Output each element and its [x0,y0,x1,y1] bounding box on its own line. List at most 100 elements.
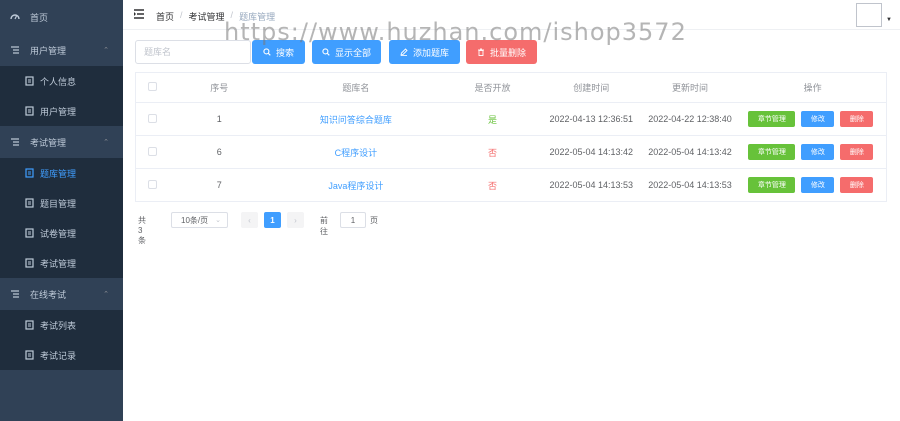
search-icon [322,48,330,56]
batch-delete-button-label: 批量删除 [489,47,526,58]
goto-label: 前往 [320,216,328,236]
search-icon [263,48,271,56]
breadcrumb-current: 题库管理 [239,12,276,22]
breadcrumb-exam-management[interactable]: 考试管理 [189,10,225,23]
page-number-current[interactable]: 1 [264,212,281,228]
page-size-value: 10条/页 [181,215,209,225]
cell-id: 1 [216,114,222,124]
column-header: 更新时间 [672,83,709,93]
sidebar-item-label: 个人信息 [40,76,77,87]
cell-created-time: 2022-05-04 14:13:42 [549,147,634,157]
column-header: 操作 [803,83,822,93]
row-checkbox[interactable] [148,146,158,156]
sidebar-group-online-exam[interactable]: 在线考试 ⌃ [0,278,123,310]
document-icon [24,350,34,360]
chapter-manage-button[interactable]: 章节管理 [748,177,796,193]
edit-button[interactable]: 修改 [801,177,835,193]
hamburger-icon[interactable] [133,8,145,20]
show-all-button[interactable]: 显示全部 [312,40,381,64]
page-suffix-label: 页 [370,216,378,225]
sidebar-item-exam-records[interactable]: 考试记录 [0,340,123,370]
dashboard-icon [10,12,20,22]
table-row: 1 知识问答综合题库 是 2022-04-13 12:36:51 2022-04… [136,103,886,136]
pagination-total: 共 3 条 [138,216,146,245]
search-button-label: 搜索 [275,47,294,58]
cell-bank-name[interactable]: Java程序设计 [269,179,444,192]
table-row: 6 C程序设计 否 2022-05-04 14:13:42 2022-05-04… [136,136,886,169]
cell-open-status: 否 [488,180,498,191]
chevron-down-icon: ⌄ [215,217,221,224]
sidebar-item-label: 题目管理 [40,198,77,209]
cell-bank-name[interactable]: 知识问答综合题库 [269,113,444,126]
caret-down-icon: ▼ [886,17,892,23]
trash-icon [477,48,484,56]
column-header: 题库名 [342,83,370,93]
cell-created-time: 2022-05-04 14:13:53 [549,180,634,190]
sidebar-group-exam[interactable]: 考试管理 ⌃ [0,126,123,158]
list-icon [10,137,20,147]
select-all-checkbox[interactable] [148,82,158,91]
cell-id: 7 [216,180,222,190]
next-page-button[interactable]: › [287,212,304,228]
breadcrumb-home[interactable]: 首页 [156,10,174,23]
edit-icon [400,48,408,56]
cell-actions: 章节管理 修改 删除 [739,111,886,127]
document-icon [24,76,34,86]
sidebar-item-users[interactable]: 用户管理 [0,96,123,126]
document-icon [24,168,34,178]
page-size-select[interactable]: 10条/页 ⌄ [171,212,228,228]
sidebar: 首页 用户管理 ⌃ 个人信息 用户管理 考试管理 ⌃ 题库管理 题目管理 试卷管… [0,0,123,421]
show-all-button-label: 显示全部 [334,47,371,58]
sidebar-item-label: 题库管理 [40,168,77,179]
sidebar-group-label: 考试管理 [30,137,67,148]
sidebar-item-exam-list[interactable]: 考试列表 [0,310,123,340]
table-header-row: 序号 题库名 是否开放 创建时间 更新时间 操作 [136,73,886,103]
delete-button[interactable]: 删除 [840,111,874,127]
user-avatar-dropdown[interactable]: ▼ [856,3,892,29]
sidebar-item-profile[interactable]: 个人信息 [0,66,123,96]
document-icon [24,258,34,268]
cell-bank-name[interactable]: C程序设计 [269,146,444,159]
goto-page-input[interactable] [340,212,366,228]
document-icon [24,320,34,330]
cell-updated-time: 2022-05-04 14:13:53 [648,180,732,190]
chapter-manage-button[interactable]: 章节管理 [748,144,796,160]
row-checkbox[interactable] [148,113,158,123]
sidebar-group-label: 在线考试 [30,289,67,300]
sidebar-item-questions[interactable]: 题目管理 [0,188,123,218]
edit-button[interactable]: 修改 [801,111,835,127]
delete-button[interactable]: 删除 [840,177,874,193]
sidebar-item-exams[interactable]: 考试管理 [0,248,123,278]
cell-open-status: 是 [488,114,498,125]
avatar[interactable] [856,3,882,27]
table-row: 7 Java程序设计 否 2022-05-04 14:13:53 2022-05… [136,169,886,202]
cell-updated-time: 2022-04-22 12:38:40 [648,114,732,124]
sidebar-item-label: 用户管理 [40,106,77,117]
add-bank-button[interactable]: 添加题库 [389,40,460,64]
edit-button[interactable]: 修改 [801,144,835,160]
chevron-up-icon: ⌃ [103,47,109,54]
sidebar-item-question-bank[interactable]: 题库管理 [0,158,123,188]
sidebar-group-user[interactable]: 用户管理 ⌃ [0,34,123,66]
sidebar-item-home[interactable]: 首页 [0,0,123,34]
batch-delete-button[interactable]: 批量删除 [466,40,537,64]
cell-actions: 章节管理 修改 删除 [739,144,886,160]
chapter-manage-button[interactable]: 章节管理 [748,111,796,127]
navbar: 首页 / 考试管理 / 题库管理 ▼ [123,0,900,30]
column-header: 创建时间 [573,83,610,93]
document-icon [24,198,34,208]
sidebar-group-label: 用户管理 [30,45,67,56]
sidebar-item-papers[interactable]: 试卷管理 [0,218,123,248]
chevron-up-icon: ⌃ [103,291,109,298]
row-checkbox[interactable] [148,179,158,189]
add-bank-button-label: 添加题库 [412,47,449,58]
prev-page-button[interactable]: ‹ [241,212,258,228]
sidebar-item-label: 考试列表 [40,320,77,331]
list-icon [10,289,20,299]
search-input[interactable] [135,40,251,64]
column-header: 序号 [210,83,229,93]
search-button[interactable]: 搜索 [252,40,305,64]
cell-created-time: 2022-04-13 12:36:51 [549,114,634,124]
delete-button[interactable]: 删除 [840,144,874,160]
breadcrumb: 首页 / 考试管理 / 题库管理 [156,10,275,23]
